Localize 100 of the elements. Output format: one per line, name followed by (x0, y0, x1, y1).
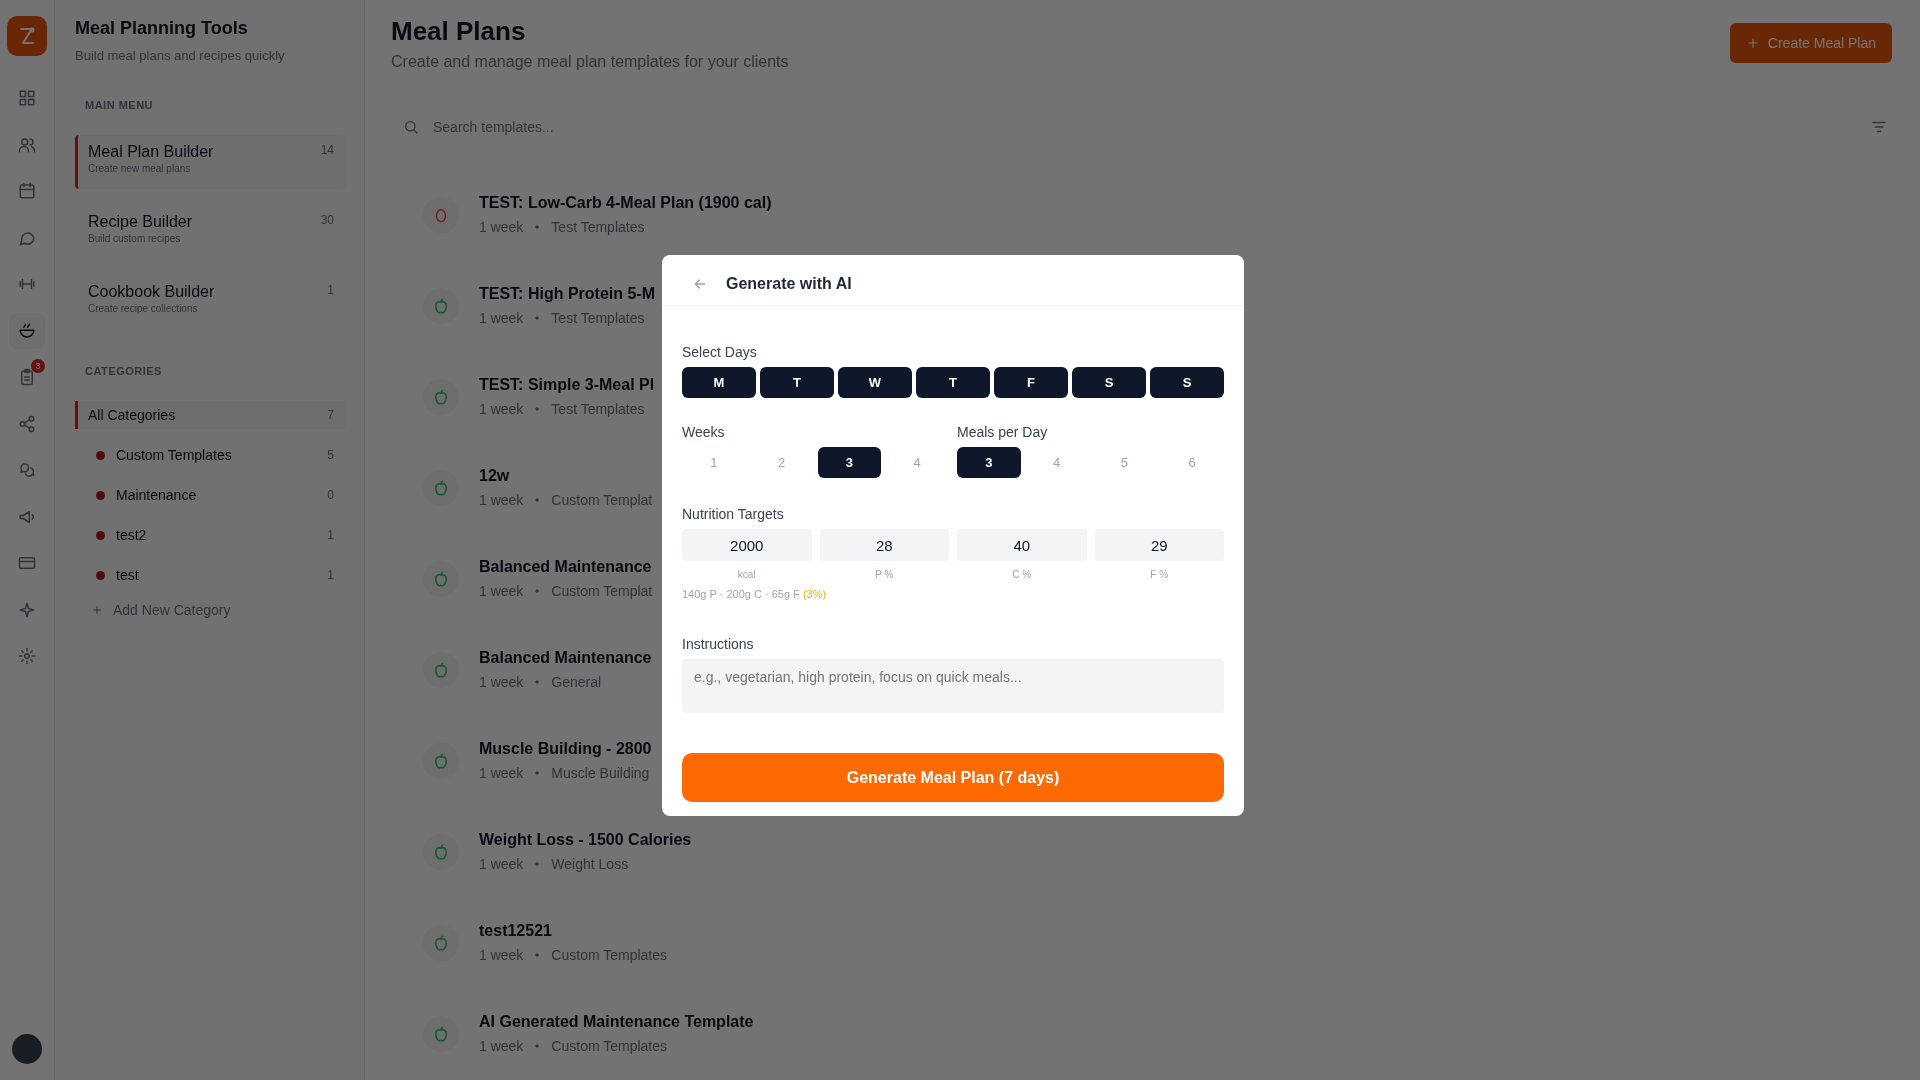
meals-option[interactable]: 5 (1092, 447, 1157, 478)
field-label: Nutrition Targets (682, 506, 785, 522)
unit-label: F % (1149, 569, 1170, 580)
field-label: Meals per Day (957, 424, 1049, 440)
search-field[interactable]: Search templates... (431, 118, 1870, 136)
meals-option[interactable]: 3 (957, 447, 1021, 478)
page-subtitle: Create and manage meal plan templates for your clients (391, 53, 789, 71)
plus-icon (1745, 36, 1760, 50)
menu-item-description: Build custom recipes (88, 233, 182, 244)
dialog-title: Generate with AI (726, 275, 852, 293)
menu-item-label: Recipe Builder (88, 213, 193, 231)
template-title[interactable]: Balanced Maintenance (479, 649, 652, 667)
bullet-icon (533, 314, 542, 322)
item-count: 5 (327, 448, 334, 462)
week-option[interactable]: 3 (817, 447, 882, 478)
menu-item-description: Create recipe collections (88, 303, 199, 314)
template-category: Test Templates (551, 310, 645, 326)
template-title[interactable]: Balanced Maintenance (479, 558, 653, 576)
back-button[interactable] (692, 276, 708, 292)
chat-bubbles-icon (18, 461, 36, 479)
nav-button[interactable]: 3 (9, 359, 45, 395)
instructions-field[interactable]: e.g., vegetarian, high protein, focus on quick meals... (682, 659, 1224, 713)
template-category: Weight Loss (551, 856, 629, 872)
day-toggle[interactable]: T (916, 367, 990, 398)
bullet-icon (533, 951, 542, 959)
back-arrow-icon (692, 276, 708, 292)
template-category: Custom Templates (551, 947, 668, 963)
generate-button[interactable]: Generate Meal Plan (7 days) (682, 753, 1224, 802)
macro-summary: 140g P · 200g C · 65g F (3%) (682, 588, 828, 600)
menu-item[interactable]: Recipe Builder Build custom recipes 30 (75, 205, 346, 259)
meals-option[interactable]: 4 (1024, 447, 1089, 478)
day-toggle[interactable]: M (682, 367, 756, 398)
nav-button[interactable] (9, 312, 45, 349)
template-category: Test Templates (551, 401, 645, 417)
bullet-icon (533, 587, 542, 595)
target-input[interactable]: 28 (819, 529, 949, 561)
template-title[interactable]: Muscle Building - 2800 (479, 740, 652, 758)
category-dot (96, 570, 105, 580)
apple-icon (432, 296, 450, 315)
bullet-icon (533, 860, 542, 868)
template-duration: 1 week (479, 856, 524, 872)
settings-icon (18, 647, 36, 665)
template-title[interactable]: TEST: Simple 3-Meal Pl (479, 376, 655, 394)
template-category: Muscle Building (551, 765, 650, 781)
apple-icon (432, 751, 450, 770)
day-toggle[interactable]: T (760, 367, 834, 398)
section-heading: MAIN MENU (85, 99, 155, 111)
template-title[interactable]: TEST: Low-Carb 4-Meal Plan (1900 cal) (479, 194, 772, 212)
template-title[interactable]: AI Generated Maintenance Template (479, 1013, 754, 1031)
week-option[interactable]: 4 (885, 447, 949, 478)
bowl-icon (18, 321, 36, 340)
item-count: 14 (320, 143, 334, 159)
section-heading: CATEGORIES (85, 365, 163, 377)
week-option[interactable]: 2 (749, 447, 814, 478)
template-title[interactable]: test12521 (479, 922, 668, 940)
template-duration: 1 week (479, 674, 524, 690)
clipboard-icon (18, 368, 36, 386)
user-avatar[interactable] (12, 1034, 42, 1064)
bullet-icon (533, 678, 542, 686)
field-label: Instructions (682, 636, 755, 652)
target-input[interactable]: 40 (957, 529, 1087, 561)
add-category-button[interactable]: Add New Category (75, 601, 237, 619)
credit-card-icon (18, 554, 36, 572)
category-item[interactable]: Custom Templates 5 (75, 441, 346, 469)
day-toggle[interactable]: F (994, 367, 1068, 398)
day-toggle[interactable]: S (1072, 367, 1146, 398)
apple-icon (432, 478, 450, 497)
unit-label: P % (874, 569, 895, 580)
item-count: 30 (320, 213, 334, 229)
category-label: Custom Templates (116, 447, 233, 463)
meals-option[interactable]: 6 (1160, 447, 1224, 478)
create-meal-plan-button[interactable]: Create Meal Plan (1729, 23, 1892, 63)
category-item[interactable]: test 1 (75, 561, 346, 589)
users-icon (18, 135, 36, 154)
menu-item[interactable]: Cookbook Builder Create recipe collections 1 (75, 275, 346, 329)
apple-icon (432, 569, 450, 588)
template-duration: 1 week (479, 583, 524, 599)
category-label: test2 (116, 527, 148, 543)
item-count: 1 (327, 528, 334, 542)
apple-icon (432, 933, 450, 952)
day-toggle[interactable]: W (838, 367, 912, 398)
template-title[interactable]: 12w (479, 467, 653, 485)
item-count: 0 (327, 488, 334, 502)
template-category: Custom Templates (551, 1038, 668, 1054)
day-toggle[interactable]: S (1150, 367, 1224, 398)
bullet-icon (533, 223, 542, 231)
week-option[interactable]: 1 (682, 447, 746, 478)
template-category: Custom Templat (551, 583, 653, 599)
template-title[interactable]: Weight Loss - 1500 Calories (479, 831, 692, 849)
category-item[interactable]: Maintenance 0 (75, 481, 346, 509)
sidebar-subtitle: Build meal plans and recipes quickly (75, 48, 286, 63)
template-duration: 1 week (479, 1038, 524, 1054)
bullet-icon (533, 405, 542, 413)
apple-icon (432, 842, 450, 861)
template-title[interactable]: TEST: High Protein 5-M (479, 285, 655, 303)
category-item[interactable]: test2 1 (75, 521, 346, 549)
apple-icon (432, 387, 450, 406)
target-input[interactable]: 29 (1094, 529, 1224, 561)
target-input[interactable]: 2000 (682, 529, 812, 561)
calendar-icon (18, 182, 36, 200)
